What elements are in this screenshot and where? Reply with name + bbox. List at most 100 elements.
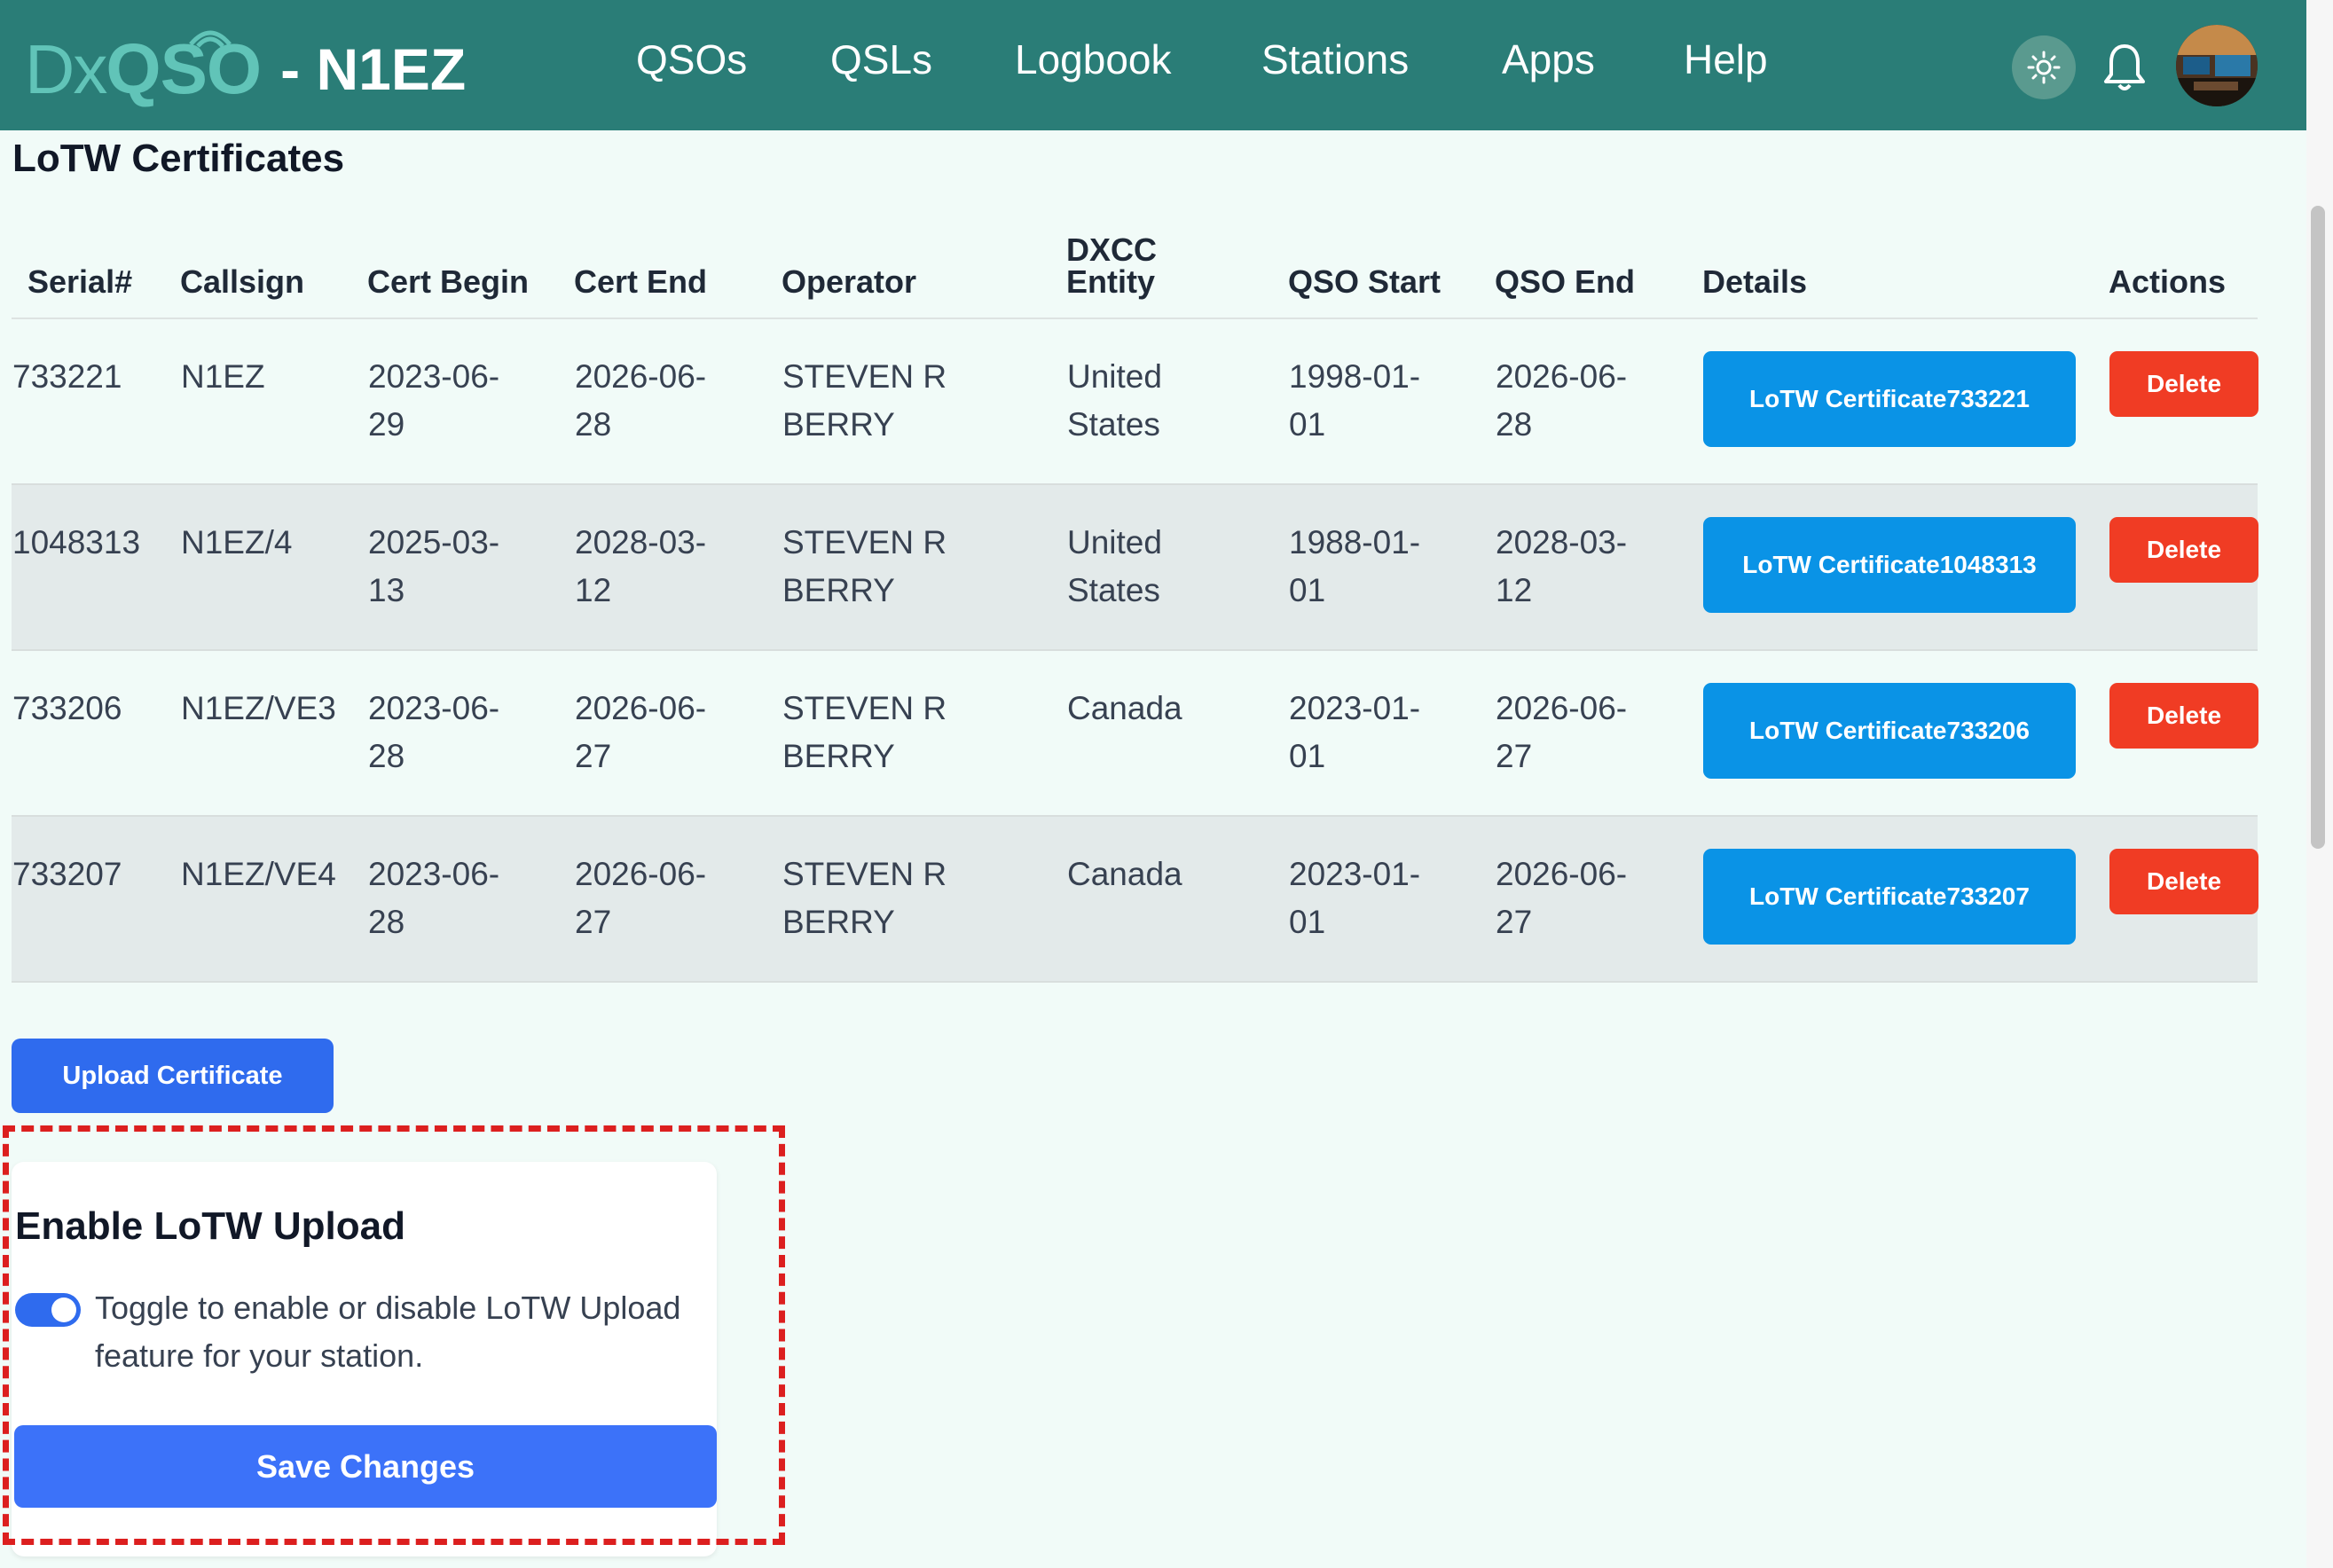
cell-qso-end: 2026-06- 27 bbox=[1495, 816, 1702, 983]
cert-begin-line-2: 13 bbox=[368, 572, 405, 608]
cell-details: LoTW Certificate 1048313 bbox=[1702, 484, 2109, 651]
operator-line-2: BERRY bbox=[782, 904, 895, 940]
column-header-qso-start[interactable]: QSO Start bbox=[1288, 220, 1495, 319]
dxcc-line-1: United bbox=[1067, 524, 1162, 561]
nav-link-help[interactable]: Help bbox=[1684, 35, 1768, 83]
details-button-line-1: LoTW Certificate bbox=[1749, 882, 1947, 910]
signal-waves-icon bbox=[189, 30, 232, 48]
cell-details: LoTW Certificate 733206 bbox=[1702, 650, 2109, 817]
cell-serial: 733221 bbox=[12, 318, 180, 485]
page-title: LoTW Certificates bbox=[12, 137, 345, 180]
save-changes-button[interactable]: Save Changes bbox=[14, 1425, 717, 1508]
qso-start-line-2: 01 bbox=[1289, 738, 1326, 774]
cert-end-line-1: 2026-06- bbox=[575, 358, 707, 395]
bell-icon[interactable] bbox=[2101, 41, 2148, 94]
cell-qso-start: 2023-01- 01 bbox=[1288, 650, 1495, 817]
certificate-details-button[interactable]: LoTW Certificate 1048313 bbox=[1703, 517, 2076, 613]
upload-certificate-button[interactable]: Upload Certificate bbox=[12, 1039, 334, 1113]
certificate-details-button[interactable]: LoTW Certificate 733221 bbox=[1703, 351, 2076, 447]
logo[interactable]: Dx QSO - N1EZ bbox=[25, 25, 466, 114]
qso-end-line-1: 2026-06- bbox=[1496, 358, 1628, 395]
cert-begin-line-2: 28 bbox=[368, 904, 405, 940]
cert-end-line-2: 27 bbox=[575, 904, 612, 940]
cert-begin-line-1: 2023-06- bbox=[368, 856, 500, 892]
table-row: 1048313 N1EZ/4 2025-03- 13 2028-03- 12 STE… bbox=[12, 484, 2258, 651]
cell-callsign: N1EZ/VE4 bbox=[180, 816, 367, 983]
details-button-line-2: 733207 bbox=[1946, 882, 2030, 910]
qso-end-line-2: 27 bbox=[1496, 904, 1533, 940]
certificates-table: Serial# Callsign Cert Begin Cert End Ope… bbox=[12, 220, 2258, 983]
cell-details: LoTW Certificate 733221 bbox=[1702, 318, 2109, 485]
cell-callsign: N1EZ/VE3 bbox=[180, 650, 367, 817]
details-button-line-1: LoTW Certificate bbox=[1749, 717, 1947, 744]
cell-dxcc: United States bbox=[1066, 484, 1288, 651]
lotw-upload-description: Toggle to enable or disable LoTW Upload … bbox=[95, 1290, 681, 1374]
cell-dxcc: Canada bbox=[1066, 816, 1288, 983]
column-header-serial[interactable]: Serial# bbox=[12, 220, 180, 319]
operator-line-1: STEVEN R bbox=[782, 358, 947, 395]
station-callsign: - N1EZ bbox=[280, 36, 467, 102]
certificate-details-button[interactable]: LoTW Certificate 733207 bbox=[1703, 849, 2076, 945]
cell-operator: STEVEN R BERRY bbox=[782, 318, 1066, 485]
delete-certificate-button[interactable]: Delete bbox=[2109, 683, 2258, 749]
cell-operator: STEVEN R BERRY bbox=[782, 816, 1066, 983]
cell-qso-end: 2026-06- 27 bbox=[1495, 650, 1702, 817]
column-header-actions: Actions bbox=[2109, 220, 2258, 319]
cell-callsign: N1EZ/4 bbox=[180, 484, 367, 651]
theme-toggle-button[interactable] bbox=[2012, 35, 2076, 99]
details-button-line-2: 733206 bbox=[1946, 717, 2030, 744]
column-header-qso-end[interactable]: QSO End bbox=[1495, 220, 1702, 319]
column-header-operator[interactable]: Operator bbox=[782, 220, 1066, 319]
cell-cert-begin: 2025-03- 13 bbox=[367, 484, 574, 651]
avatar-image bbox=[2176, 25, 2258, 106]
column-header-cert-begin[interactable]: Cert Begin bbox=[367, 220, 574, 319]
cell-operator: STEVEN R BERRY bbox=[782, 650, 1066, 817]
delete-certificate-button[interactable]: Delete bbox=[2109, 517, 2258, 583]
cert-end-line-1: 2026-06- bbox=[575, 856, 707, 892]
nav-link-logbook[interactable]: Logbook bbox=[1015, 35, 1172, 83]
dxcc-line-1: Canada bbox=[1067, 856, 1182, 892]
nav-link-qsos[interactable]: QSOs bbox=[636, 35, 747, 83]
column-header-cert-end[interactable]: Cert End bbox=[574, 220, 782, 319]
nav-link-apps[interactable]: Apps bbox=[1502, 35, 1595, 83]
nav-link-stations[interactable]: Stations bbox=[1261, 35, 1409, 83]
certificate-details-button[interactable]: LoTW Certificate 733206 bbox=[1703, 683, 2076, 779]
qso-end-line-2: 27 bbox=[1496, 738, 1533, 774]
details-button-line-2: 733221 bbox=[1946, 385, 2030, 412]
column-header-callsign[interactable]: Callsign bbox=[180, 220, 367, 319]
qso-end-line-1: 2026-06- bbox=[1496, 690, 1628, 726]
top-navbar: Dx QSO - N1EZ QSOs QSLs Logbook Stations… bbox=[0, 0, 2306, 130]
lotw-upload-toggle[interactable] bbox=[15, 1293, 81, 1327]
qso-start-line-1: 2023-01- bbox=[1289, 856, 1421, 892]
cert-begin-line-2: 29 bbox=[368, 406, 405, 443]
cell-actions: Delete bbox=[2109, 816, 2258, 983]
cert-end-line-2: 28 bbox=[575, 406, 612, 443]
operator-line-1: STEVEN R bbox=[782, 856, 947, 892]
cell-actions: Delete bbox=[2109, 318, 2258, 485]
toggle-knob bbox=[51, 1298, 76, 1322]
cert-end-line-2: 27 bbox=[575, 738, 612, 774]
cert-begin-line-1: 2023-06- bbox=[368, 690, 500, 726]
qso-start-line-1: 1998-01- bbox=[1289, 358, 1421, 395]
cell-callsign: N1EZ bbox=[180, 318, 367, 485]
column-header-dxcc-entity[interactable]: DXCC Entity bbox=[1066, 220, 1288, 319]
qso-start-line-2: 01 bbox=[1289, 406, 1326, 443]
dxcc-line-2: States bbox=[1067, 406, 1160, 443]
sun-icon bbox=[2027, 51, 2061, 84]
cell-cert-end: 2026-06- 27 bbox=[574, 650, 782, 817]
cell-serial: 1048313 bbox=[12, 484, 180, 651]
nav-link-qsls[interactable]: QSLs bbox=[830, 35, 932, 83]
cell-operator: STEVEN R BERRY bbox=[782, 484, 1066, 651]
cell-cert-begin: 2023-06- 28 bbox=[367, 816, 574, 983]
lotw-upload-title: Enable LoTW Upload bbox=[15, 1204, 405, 1248]
delete-certificate-button[interactable]: Delete bbox=[2109, 849, 2258, 914]
cell-cert-end: 2026-06- 27 bbox=[574, 816, 782, 983]
cell-details: LoTW Certificate 733207 bbox=[1702, 816, 2109, 983]
scrollbar-thumb[interactable] bbox=[2311, 206, 2325, 849]
avatar[interactable] bbox=[2176, 25, 2258, 106]
operator-line-1: STEVEN R bbox=[782, 524, 947, 561]
delete-certificate-button[interactable]: Delete bbox=[2109, 351, 2258, 417]
cert-end-line-1: 2026-06- bbox=[575, 690, 707, 726]
table-header-row: Serial# Callsign Cert Begin Cert End Ope… bbox=[12, 220, 2258, 319]
details-button-line-2: 1048313 bbox=[1939, 551, 2037, 578]
